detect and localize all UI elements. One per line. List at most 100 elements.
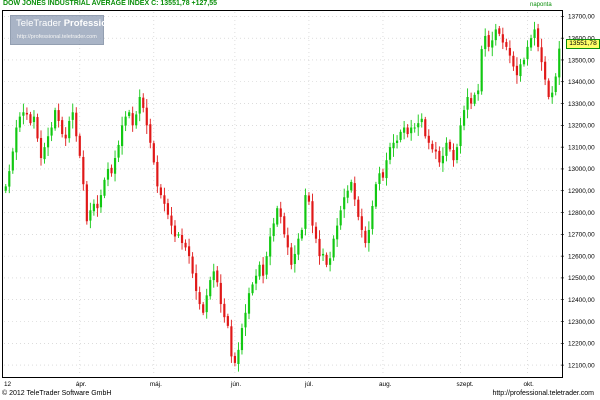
candle-body bbox=[455, 147, 459, 160]
candle-body bbox=[297, 238, 300, 255]
candle-body bbox=[184, 242, 187, 248]
candle-body bbox=[336, 225, 339, 240]
y-tick-label: 12900,00 bbox=[568, 188, 595, 195]
candle-body bbox=[187, 246, 191, 257]
y-axis: 12100,00 12200,00 12300,00 12400,00 12500,00… bbox=[561, 14, 595, 369]
candle-body bbox=[332, 238, 335, 258]
candle-body bbox=[163, 195, 166, 204]
candle-body bbox=[202, 304, 205, 313]
candle-body bbox=[8, 171, 11, 187]
candle-body bbox=[491, 40, 494, 48]
candle-body bbox=[395, 140, 399, 143]
candle-body bbox=[448, 141, 452, 150]
candle-body bbox=[438, 150, 441, 163]
y-tick-label: 12400,00 bbox=[568, 297, 595, 304]
x-tick-label: okt. bbox=[524, 381, 535, 388]
candle-body bbox=[96, 203, 99, 209]
y-tick-label: 13500,00 bbox=[568, 57, 595, 64]
candle-body bbox=[286, 235, 289, 248]
candle-body bbox=[152, 143, 155, 163]
candle-body bbox=[325, 254, 328, 265]
candle-body bbox=[247, 293, 251, 314]
candle-body bbox=[128, 112, 131, 116]
candle-body bbox=[205, 295, 208, 313]
candle-body bbox=[522, 59, 526, 65]
candle-body bbox=[29, 114, 32, 124]
candle-body bbox=[529, 38, 533, 48]
candle-body bbox=[283, 216, 286, 235]
candle-body bbox=[311, 201, 314, 226]
candle-body bbox=[459, 125, 462, 147]
candle-body bbox=[536, 28, 540, 47]
candle-body bbox=[388, 147, 392, 160]
candle-body bbox=[424, 119, 427, 137]
y-tick-label: 12600,00 bbox=[568, 253, 595, 260]
candle-body bbox=[410, 127, 413, 134]
candle-body bbox=[477, 90, 480, 95]
teletrader-logo: TeleTrader Professional http://professio… bbox=[10, 15, 121, 45]
candle-body bbox=[406, 127, 409, 135]
candle-body bbox=[191, 256, 194, 274]
candle-body bbox=[145, 107, 148, 126]
last-price-marker: 13551,78 bbox=[566, 39, 600, 49]
candle-body bbox=[279, 208, 282, 217]
candle-body bbox=[381, 172, 385, 178]
candle-body bbox=[11, 151, 14, 171]
y-tick-label: 12700,00 bbox=[568, 232, 595, 239]
candle-body bbox=[378, 173, 381, 184]
candle-body bbox=[25, 112, 29, 115]
candle-body bbox=[452, 149, 455, 161]
candle-body bbox=[505, 42, 508, 47]
candle-body bbox=[328, 258, 332, 265]
candle-body bbox=[262, 264, 265, 276]
candle-body bbox=[46, 136, 50, 148]
y-tick-label: 12800,00 bbox=[568, 210, 595, 217]
candle-body bbox=[75, 112, 78, 137]
y-tick-label: 13700,00 bbox=[568, 14, 595, 21]
period-label: naponta bbox=[530, 2, 552, 8]
candle-body bbox=[64, 134, 67, 139]
y-tick-label: 13200,00 bbox=[568, 123, 595, 130]
candle-body bbox=[307, 195, 311, 202]
candle-body bbox=[254, 275, 258, 284]
candle-body bbox=[4, 186, 7, 191]
candle-body bbox=[484, 35, 487, 50]
candle-body bbox=[350, 182, 353, 191]
candle-body bbox=[230, 326, 233, 357]
candle-body bbox=[551, 92, 554, 98]
candle-body bbox=[501, 34, 504, 43]
candle-body bbox=[212, 271, 215, 281]
candle-body bbox=[364, 230, 367, 244]
candle-body bbox=[512, 55, 515, 67]
candle-body bbox=[240, 328, 244, 351]
chart-window: 12100,00 12200,00 12300,00 12400,00 12500,00… bbox=[0, 0, 600, 400]
candle-body bbox=[343, 197, 346, 210]
candle-body bbox=[71, 112, 74, 120]
candle-body bbox=[110, 167, 113, 174]
candle-body bbox=[480, 49, 483, 92]
candle-body bbox=[445, 142, 448, 156]
candle-body bbox=[462, 110, 466, 126]
candle-body bbox=[290, 247, 293, 265]
candle-body bbox=[258, 264, 261, 277]
x-tick-label: máj. bbox=[150, 381, 162, 388]
candlestick-chart: 12100,00 12200,00 12300,00 12400,00 12500,00… bbox=[4, 12, 595, 388]
candle-body bbox=[554, 76, 557, 92]
candle-body bbox=[540, 47, 543, 63]
candle-body bbox=[392, 142, 395, 149]
candle-body bbox=[180, 234, 184, 244]
x-tick-label: júl. bbox=[304, 381, 313, 388]
candle-body bbox=[434, 149, 437, 152]
candle-body bbox=[519, 64, 522, 77]
candle-body bbox=[558, 48, 561, 78]
candle-body bbox=[399, 131, 402, 140]
copyright-text: © 2012 TeleTrader Software GmbH bbox=[2, 390, 112, 397]
candle-body bbox=[321, 253, 325, 256]
candle-body bbox=[57, 110, 60, 121]
chart-title: DOW JONES INDUSTRIAL AVERAGE INDEX C: 13… bbox=[3, 0, 217, 7]
candle-body bbox=[300, 229, 303, 239]
candle-body bbox=[385, 160, 388, 179]
candle-body bbox=[494, 29, 497, 41]
footer-url[interactable]: http://professional.teletrader.com bbox=[492, 390, 594, 397]
index-name: DOW JONES INDUSTRIAL AVERAGE INDEX bbox=[3, 0, 150, 7]
